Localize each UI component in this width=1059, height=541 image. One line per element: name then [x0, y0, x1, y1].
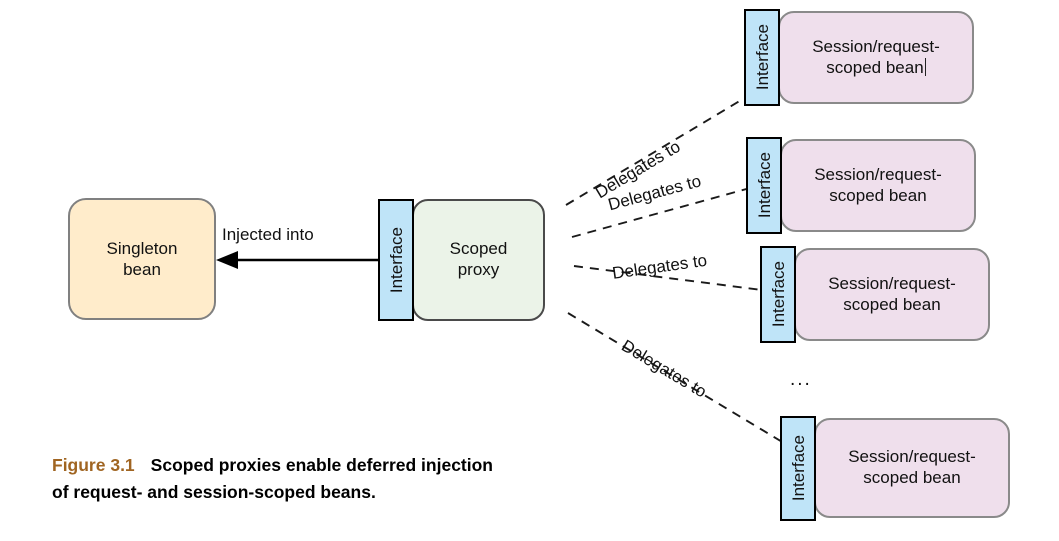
singleton-bean-node: Singleton bean: [68, 198, 216, 320]
scoped-bean-1-body: Session/request- scoped bean: [778, 11, 974, 104]
scoped-bean-2-interface-label: Interface: [754, 152, 774, 219]
text-cursor-caret: [924, 57, 926, 76]
scoped-bean-2-line2: scoped bean: [829, 185, 927, 205]
scoped-bean-4-body: Session/request- scoped bean: [814, 418, 1010, 518]
figure-caption-line2: of request- and session-scoped beans.: [52, 482, 376, 503]
scoped-bean-2-line1: Session/request-: [814, 164, 942, 184]
figure-caption-line1: Scoped proxies enable deferred injection: [150, 455, 493, 475]
figure-diagram: Singleton bean Injected into Interface S…: [0, 0, 1059, 541]
scoped-bean-1-line2: scoped bean: [826, 57, 924, 77]
scoped-bean-4-interface-strip: Interface: [780, 416, 816, 521]
scoped-bean-3-line2: scoped bean: [843, 294, 941, 314]
delegates-to-label-3: Delegates to: [611, 250, 709, 283]
scoped-proxy-interface-strip: Interface: [378, 199, 414, 321]
scoped-bean-3-line1: Session/request-: [828, 273, 956, 293]
scoped-bean-2-label: Session/request- scoped bean: [814, 165, 942, 206]
scoped-bean-node-3: Interface Session/request- scoped bean: [760, 246, 990, 343]
scoped-proxy-node: Interface Scoped proxy: [378, 199, 545, 321]
singleton-bean-line1: Singleton: [106, 238, 178, 258]
delegates-to-label-4: Delegates to: [618, 336, 710, 402]
injected-into-connector: [216, 251, 378, 269]
scoped-bean-1-label: Session/request- scoped bean: [812, 37, 940, 78]
scoped-bean-4-interface-label: Interface: [788, 435, 808, 502]
injected-into-label: Injected into: [222, 225, 314, 244]
scoped-proxy-line1: Scoped: [449, 239, 508, 259]
scoped-bean-3-label: Session/request- scoped bean: [828, 274, 956, 315]
more-beans-ellipsis: ...: [790, 369, 812, 390]
scoped-bean-3-body: Session/request- scoped bean: [794, 248, 990, 341]
scoped-bean-1-line1: Session/request-: [812, 36, 940, 56]
scoped-bean-2-body: Session/request- scoped bean: [780, 139, 976, 232]
scoped-bean-node-2: Interface Session/request- scoped bean: [746, 137, 976, 234]
scoped-bean-1-interface-label: Interface: [752, 24, 772, 91]
singleton-bean-line2: bean: [123, 260, 161, 279]
scoped-bean-node-4: Interface Session/request- scoped bean: [780, 416, 1010, 521]
scoped-bean-node-1: Interface Session/request- scoped bean: [744, 9, 974, 106]
scoped-proxy-interface-label: Interface: [386, 226, 406, 294]
singleton-bean-label: Singleton bean: [107, 238, 178, 281]
scoped-bean-4-line2: scoped bean: [863, 468, 961, 487]
scoped-bean-1-interface-strip: Interface: [744, 9, 780, 106]
scoped-bean-4-label: Session/request- scoped bean: [848, 447, 976, 488]
figure-caption: Figure 3.1 Scoped proxies enable deferred…: [52, 452, 612, 506]
scoped-proxy-label: Scoped proxy: [450, 239, 508, 280]
scoped-proxy-line2: proxy: [457, 260, 500, 279]
scoped-bean-2-interface-strip: Interface: [746, 137, 782, 234]
scoped-proxy-body: Scoped proxy: [412, 199, 545, 321]
scoped-bean-4-line1: Session/request-: [848, 447, 976, 467]
scoped-bean-3-interface-label: Interface: [768, 261, 788, 328]
scoped-bean-3-interface-strip: Interface: [760, 246, 796, 343]
figure-number: Figure 3.1: [52, 455, 135, 475]
